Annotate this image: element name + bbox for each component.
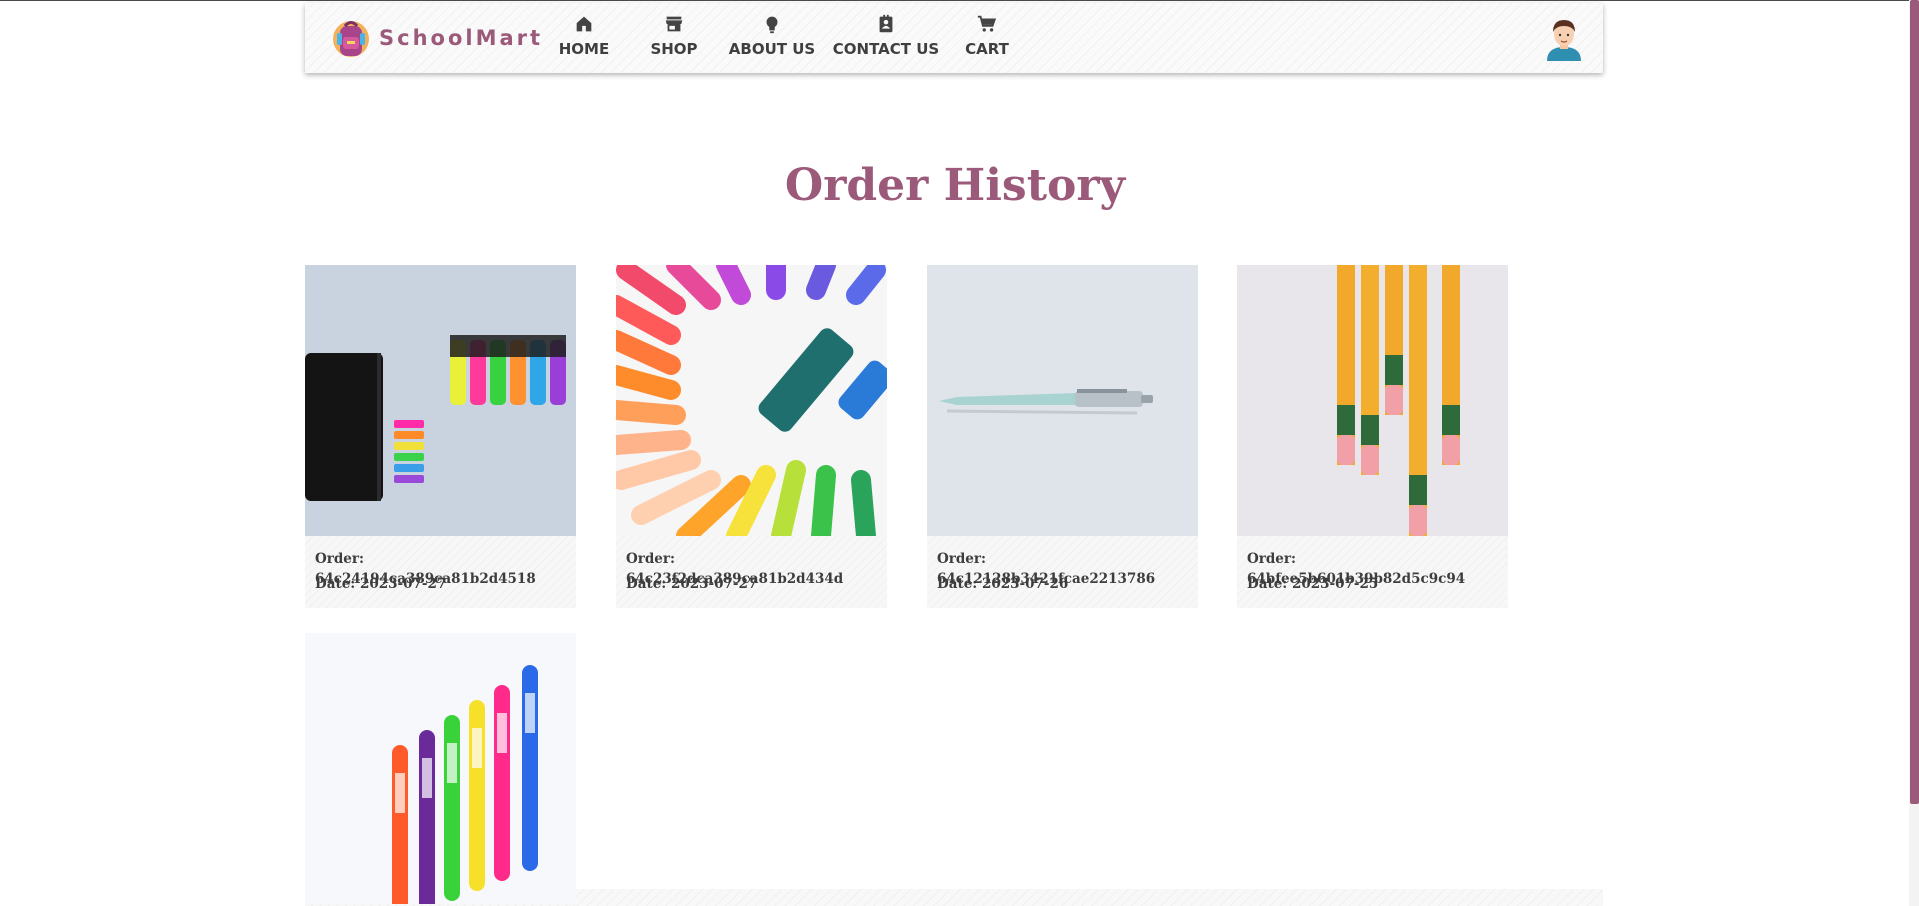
nav-about-us[interactable]: ABOUT US xyxy=(729,13,815,65)
footer-strip xyxy=(575,889,1603,906)
pencils-image xyxy=(1237,265,1508,536)
scrollbar-thumb[interactable] xyxy=(1910,0,1919,804)
brand-name: SchoolMart xyxy=(379,26,544,50)
nav-label: HOME xyxy=(558,40,610,58)
cart-icon xyxy=(977,15,997,32)
order-card[interactable]: Order: 64c23f2dca389ca81b2d434d Date: 20… xyxy=(616,265,887,608)
nav-contact-us[interactable]: CONTACT US xyxy=(832,13,940,65)
gel-pens-image xyxy=(305,633,576,904)
navbar: SchoolMart HOME SHOP ABOUT US CONTACT US… xyxy=(305,3,1603,73)
backpack-logo-icon xyxy=(333,21,369,57)
notebook-highlighters-image xyxy=(305,265,576,536)
nav-home[interactable]: HOME xyxy=(553,13,615,65)
top-border xyxy=(0,0,1919,1)
order-image xyxy=(616,265,887,536)
order-date: Date: 2023-07-27 xyxy=(626,576,758,592)
order-date: Date: 2023-07-25 xyxy=(1247,576,1379,592)
contact-card-icon xyxy=(879,14,893,33)
user-avatar-icon[interactable] xyxy=(1541,15,1587,61)
nav-label: SHOP xyxy=(650,40,698,58)
order-info: Order: 64c23f2dca389ca81b2d434d Date: 20… xyxy=(626,549,887,599)
nav-label: CART xyxy=(965,40,1009,58)
order-id: Order: 64bfee5b601b39b82d5c9c94 xyxy=(1247,551,1466,587)
order-image xyxy=(305,265,576,536)
pen-image xyxy=(927,265,1198,536)
page-title: Order History xyxy=(784,160,1126,211)
order-info: Order: 64c12128b3421fcae2213786 Date: 20… xyxy=(937,549,1198,599)
brand[interactable]: SchoolMart xyxy=(331,15,543,61)
order-card[interactable]: Order: 64bfee5b601b39b82d5c9c94 Date: 20… xyxy=(1237,265,1508,608)
nav-shop[interactable]: SHOP xyxy=(646,13,702,65)
nav-cart[interactable]: CART xyxy=(959,13,1015,65)
nav-label: ABOUT US xyxy=(728,40,816,58)
crayons-image xyxy=(616,265,887,536)
home-icon xyxy=(576,16,592,32)
order-info: Order: 64c24194ca389ca81b2d4518 Date: 20… xyxy=(315,549,576,599)
order-image xyxy=(927,265,1198,536)
order-card[interactable] xyxy=(305,633,576,906)
order-card[interactable]: Order: 64c12128b3421fcae2213786 Date: 20… xyxy=(927,265,1198,608)
store-icon xyxy=(665,16,683,32)
lightbulb-icon xyxy=(766,16,778,34)
order-date: Date: 2023-07-26 xyxy=(937,576,1069,592)
order-card[interactable]: Order: 64c24194ca389ca81b2d4518 Date: 20… xyxy=(305,265,576,608)
order-info: Order: 64bfee5b601b39b82d5c9c94 Date: 20… xyxy=(1247,549,1508,599)
order-image xyxy=(305,633,576,904)
order-id: Order: 64c24194ca389ca81b2d4518 xyxy=(315,551,536,587)
order-image xyxy=(1237,265,1508,536)
order-id: Order: 64c23f2dca389ca81b2d434d xyxy=(626,551,844,587)
order-date: Date: 2023-07-27 xyxy=(315,576,447,592)
nav-label: CONTACT US xyxy=(832,40,940,58)
order-id: Order: 64c12128b3421fcae2213786 xyxy=(937,551,1156,587)
